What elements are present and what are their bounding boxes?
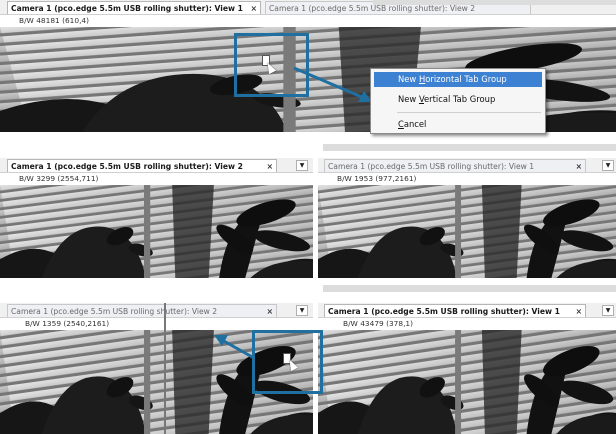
tab-view-1[interactable]: Camera 1 (pco.edge 5.5m USB rolling shut… — [7, 1, 261, 14]
tab-strip: Camera 1 (pco.edge 5.5m USB rolling shut… — [0, 303, 313, 318]
tab-view-2[interactable]: Camera 1 (pco.edge 5.5m USB rolling shut… — [7, 159, 277, 172]
tab-dropdown-button[interactable]: ▼ — [602, 160, 614, 171]
separator-bar — [323, 285, 616, 292]
pixel-readout: B/W 48181 (610,4) — [19, 16, 90, 25]
separator-bar — [373, 0, 616, 5]
pixel-info: 100 B/W 1359 (2540,2161) — [0, 318, 200, 340]
tab-group-left: Camera 1 (pco.edge 5.5m USB rolling shut… — [0, 158, 313, 278]
pixel-readout: B/W 1359 (2540,2161) — [25, 319, 110, 328]
menu-item-cancel[interactable]: Cancel — [374, 117, 542, 132]
callout-arrow — [214, 335, 255, 360]
tab-view-2[interactable]: Camera 1 (pco.edge 5.5m USB rolling shut… — [7, 304, 277, 317]
pixel-info: 1 B/W 1953 (977,2161) — [318, 173, 518, 195]
tab-dropdown-button[interactable]: ▼ — [602, 305, 614, 316]
close-icon[interactable]: × — [267, 160, 273, 173]
split-divider[interactable] — [164, 303, 166, 434]
camera-image-render — [318, 185, 616, 278]
tab-label: Camera 1 (pco.edge 5.5m USB rolling shut… — [328, 307, 560, 316]
tab-view-1[interactable]: Camera 1 (pco.edge 5.5m USB rolling shut… — [324, 159, 586, 172]
pixel-info: 100 B/W 43479 (378,1) — [318, 318, 518, 340]
pixel-readout: B/W 3299 (2554,711) — [19, 174, 99, 183]
camera-image[interactable] — [0, 185, 313, 278]
tab-label: Camera 1 (pco.edge 5.5m USB rolling shut… — [11, 307, 218, 316]
callout-arrow — [293, 66, 372, 102]
tab-strip: Camera 1 (pco.edge 5.5m USB rolling shut… — [318, 158, 616, 173]
camera-image[interactable] — [318, 185, 616, 278]
close-icon[interactable]: × — [251, 2, 257, 15]
separator-bar — [323, 144, 616, 151]
tab-group-right: Camera 1 (pco.edge 5.5m USB rolling shut… — [318, 158, 616, 278]
close-icon[interactable]: × — [576, 305, 582, 318]
tab-label: Camera 1 (pco.edge 5.5m USB rolling shut… — [269, 4, 476, 13]
tab-dropdown-button[interactable]: ▼ — [296, 305, 308, 316]
camera-image-render — [318, 330, 616, 434]
tab-strip: Camera 1 (pco.edge 5.5m USB rolling shut… — [318, 303, 616, 318]
camera-image-render — [0, 185, 313, 278]
tab-group-right: Camera 1 (pco.edge 5.5m USB rolling shut… — [318, 303, 616, 434]
close-icon[interactable]: × — [267, 305, 273, 318]
pixel-readout: B/W 1953 (977,2161) — [337, 174, 417, 183]
menu-separator — [397, 112, 541, 113]
tab-strip: Camera 1 (pco.edge 5.5m USB rolling shut… — [0, 158, 313, 173]
camera-image[interactable] — [318, 330, 616, 434]
tab-label: Camera 1 (pco.edge 5.5m USB rolling shut… — [11, 162, 243, 171]
tab-label: Camera 1 (pco.edge 5.5m USB rolling shut… — [328, 162, 535, 171]
tab-label: Camera 1 (pco.edge 5.5m USB rolling shut… — [11, 4, 243, 13]
tab-dropdown-button[interactable]: ▼ — [296, 160, 308, 171]
pixel-info: 1 B/W 48181 (610,4) — [0, 15, 200, 37]
menu-item-new-horizontal-tab-group[interactable]: New Horizontal Tab Group — [374, 72, 542, 87]
tab-view-1[interactable]: Camera 1 (pco.edge 5.5m USB rolling shut… — [324, 304, 586, 317]
close-icon[interactable]: × — [576, 160, 582, 173]
menu-item-new-vertical-tab-group[interactable]: New Vertical Tab Group — [374, 92, 542, 107]
pixel-info: 1 B/W 3299 (2554,711) — [0, 173, 200, 195]
context-menu: New Horizontal Tab Group New Vertical Ta… — [370, 68, 546, 134]
pixel-readout: B/W 43479 (378,1) — [343, 319, 414, 328]
